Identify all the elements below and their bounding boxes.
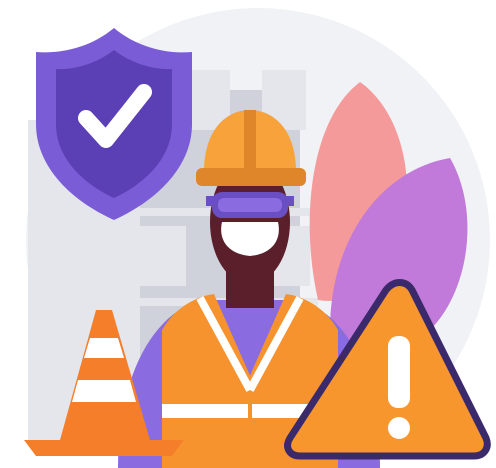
worker-helmet-ridge <box>244 110 256 170</box>
warning-exclamation-bar <box>388 336 410 408</box>
cone-stripe-top <box>84 338 124 358</box>
worker-vest-stripe-left <box>162 404 248 418</box>
building-window-1 <box>70 226 120 286</box>
building-window-2 <box>130 226 186 286</box>
illustration-scene <box>0 0 496 468</box>
cone-stripe-bottom <box>72 380 136 402</box>
worker-goggles-lens <box>218 198 282 212</box>
worker-helmet-brim <box>196 168 306 186</box>
warning-exclamation-dot <box>388 417 410 439</box>
illustration-canvas <box>24 8 491 468</box>
cone-base <box>24 440 184 456</box>
